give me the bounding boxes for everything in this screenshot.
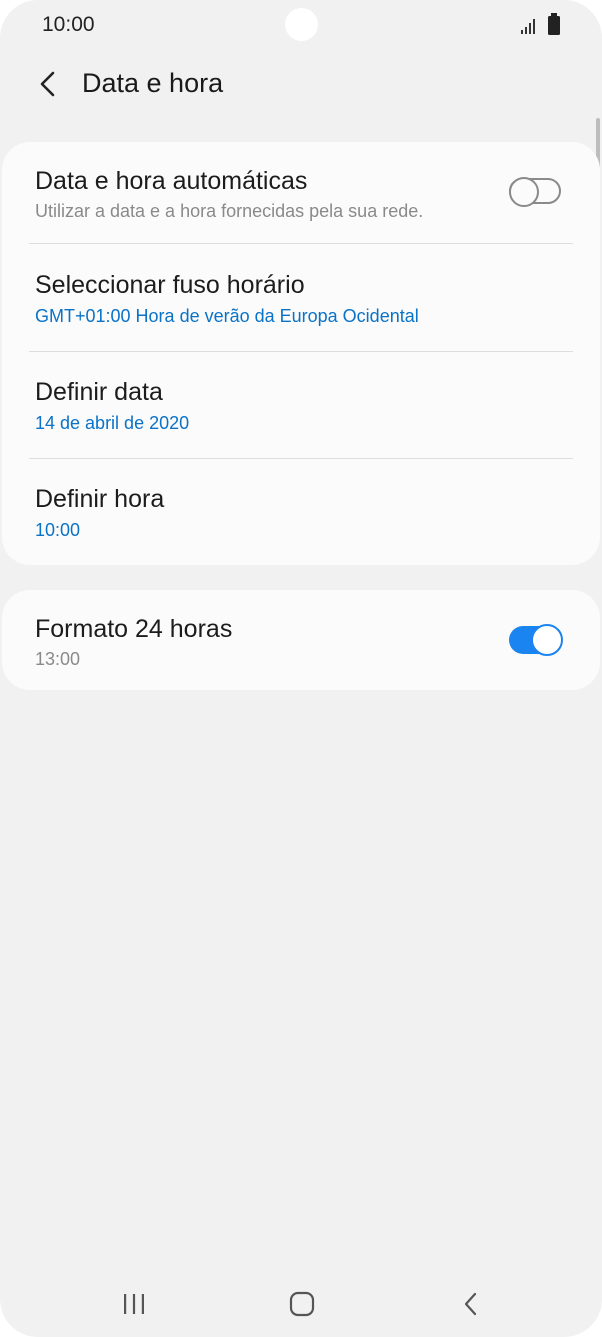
back-icon <box>464 1292 477 1316</box>
battery-icon <box>548 13 560 35</box>
setting-set-date[interactable]: Definir data 14 de abril de 2020 <box>2 352 600 459</box>
setting-title: Formato 24 horas <box>35 615 233 643</box>
setting-subtitle: 13:00 <box>35 649 81 669</box>
settings-card-format: Formato 24 horas 13:00 <box>2 590 600 690</box>
camera-cutout <box>285 8 318 41</box>
recent-apps-button[interactable] <box>110 1280 158 1328</box>
setting-value: GMT+01:00 Hora de verão da Europa Ociden… <box>35 306 419 326</box>
setting-subtitle: Utilizar a data e a hora fornecidas pela… <box>35 201 424 221</box>
home-icon <box>289 1291 315 1317</box>
recent-apps-icon <box>124 1294 144 1314</box>
home-button[interactable] <box>278 1280 326 1328</box>
setting-title: Data e hora automáticas <box>35 167 308 195</box>
setting-value: 10:00 <box>35 520 81 540</box>
automatic-date-time-toggle[interactable] <box>509 177 563 207</box>
toggle-knob <box>509 177 539 207</box>
setting-automatic-date-time[interactable]: Data e hora automáticas Utilizar a data … <box>2 142 600 244</box>
status-time: 10:00 <box>42 13 95 36</box>
24-hour-format-toggle[interactable] <box>509 624 563 656</box>
signal-icon <box>521 19 535 34</box>
settings-card-date-time: Data e hora automáticas Utilizar a data … <box>2 142 600 565</box>
setting-title: Definir hora <box>35 485 165 513</box>
toggle-knob <box>531 624 563 656</box>
setting-title: Seleccionar fuso horário <box>35 271 305 299</box>
phone-screen: 10:00 Data e hora Data e hora automática… <box>0 0 602 1337</box>
back-button[interactable] <box>28 64 68 104</box>
navigation-bar <box>0 1270 602 1337</box>
back-nav-button[interactable] <box>447 1280 495 1328</box>
setting-24-hour-format[interactable]: Formato 24 horas 13:00 <box>2 590 600 690</box>
app-bar: Data e hora <box>0 56 602 112</box>
chevron-left-icon <box>40 71 55 97</box>
setting-select-time-zone[interactable]: Seleccionar fuso horário GMT+01:00 Hora … <box>2 244 600 351</box>
page-title: Data e hora <box>82 68 224 98</box>
status-bar: 10:00 <box>0 0 602 56</box>
setting-value: 14 de abril de 2020 <box>35 413 190 433</box>
setting-set-time[interactable]: Definir hora 10:00 <box>2 459 600 565</box>
setting-title: Definir data <box>35 378 163 406</box>
